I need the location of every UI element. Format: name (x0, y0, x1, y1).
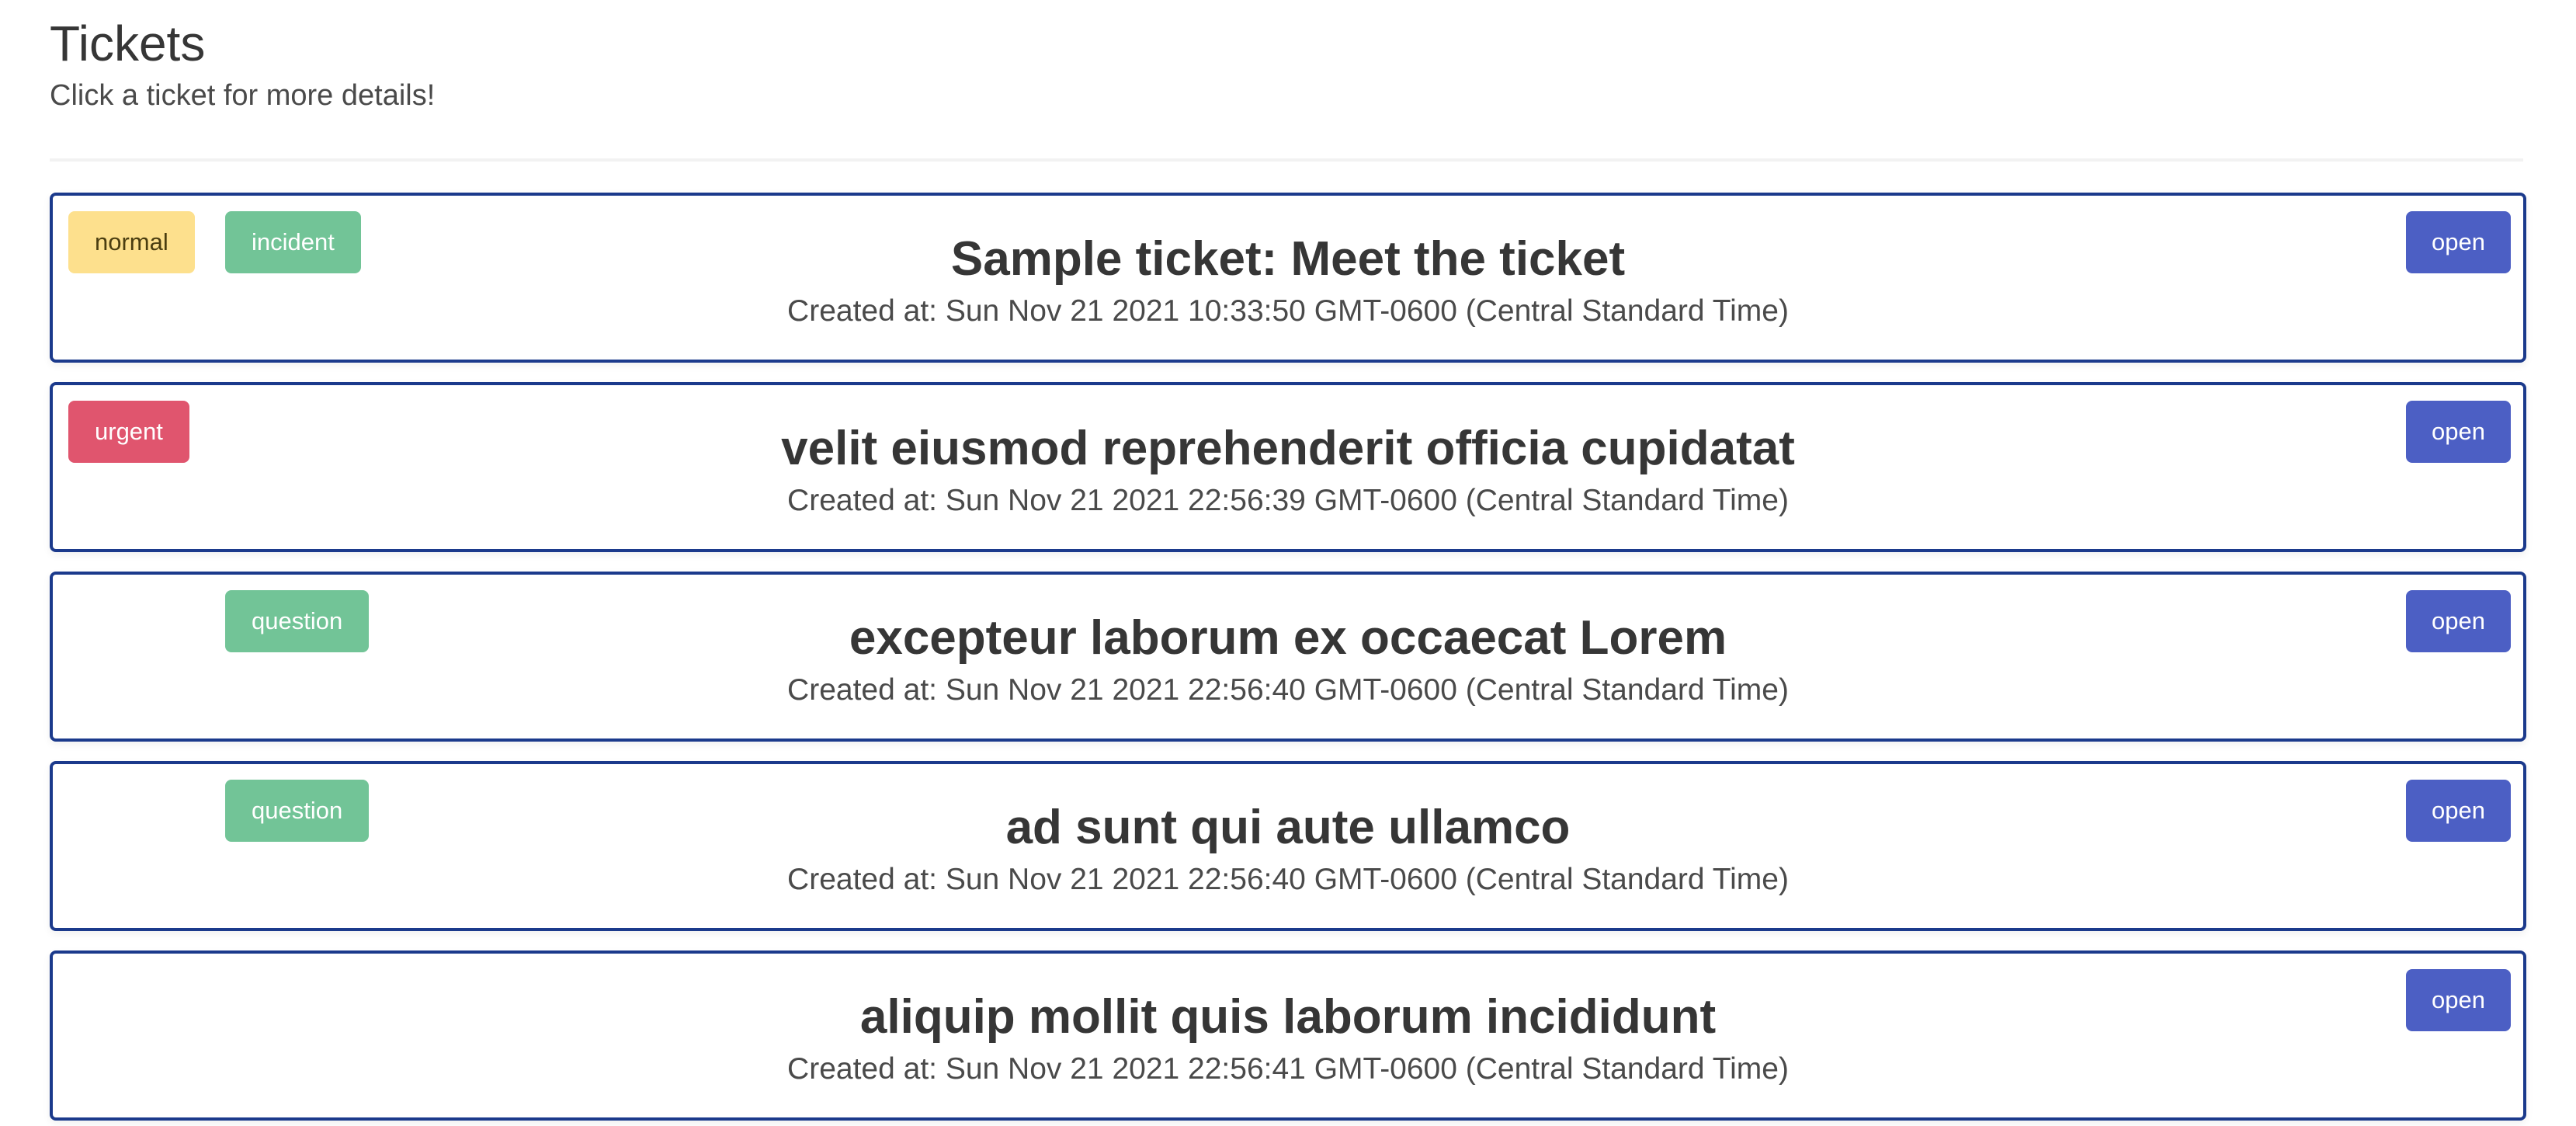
ticket-created-at: Created at: Sun Nov 21 2021 22:56:39 GMT… (787, 484, 1789, 517)
ticket-card[interactable]: normal incident open Sample ticket: Meet… (50, 193, 2526, 363)
ticket-card[interactable]: question open excepteur laborum ex occae… (50, 572, 2526, 742)
ticket-created-at: Created at: Sun Nov 21 2021 10:33:50 GMT… (787, 294, 1789, 328)
ticket-created-at: Created at: Sun Nov 21 2021 22:56:41 GMT… (787, 1052, 1789, 1086)
ticket-list: normal incident open Sample ticket: Meet… (50, 193, 2526, 1126)
ticket-title: ad sunt qui aute ullamco (1005, 801, 1571, 854)
tickets-page: Tickets Click a ticket for more details!… (0, 0, 2576, 1126)
page-title: Tickets (50, 16, 206, 71)
ticket-card[interactable]: open aliquip mollit quis laborum incidid… (50, 950, 2526, 1121)
header-divider (50, 158, 2523, 162)
ticket-created-at: Created at: Sun Nov 21 2021 22:56:40 GMT… (787, 863, 1789, 896)
ticket-created-at: Created at: Sun Nov 21 2021 22:56:40 GMT… (787, 673, 1789, 707)
ticket-title: Sample ticket: Meet the ticket (950, 232, 1626, 286)
ticket-card[interactable]: urgent open velit eiusmod reprehenderit … (50, 382, 2526, 552)
ticket-title: aliquip mollit quis laborum incididunt (859, 990, 1717, 1044)
ticket-card[interactable]: question open ad sunt qui aute ullamco C… (50, 761, 2526, 931)
page-subtitle: Click a ticket for more details! (50, 79, 436, 112)
ticket-title: velit eiusmod reprehenderit officia cupi… (781, 422, 1795, 475)
ticket-title: excepteur laborum ex occaecat Lorem (849, 611, 1727, 665)
